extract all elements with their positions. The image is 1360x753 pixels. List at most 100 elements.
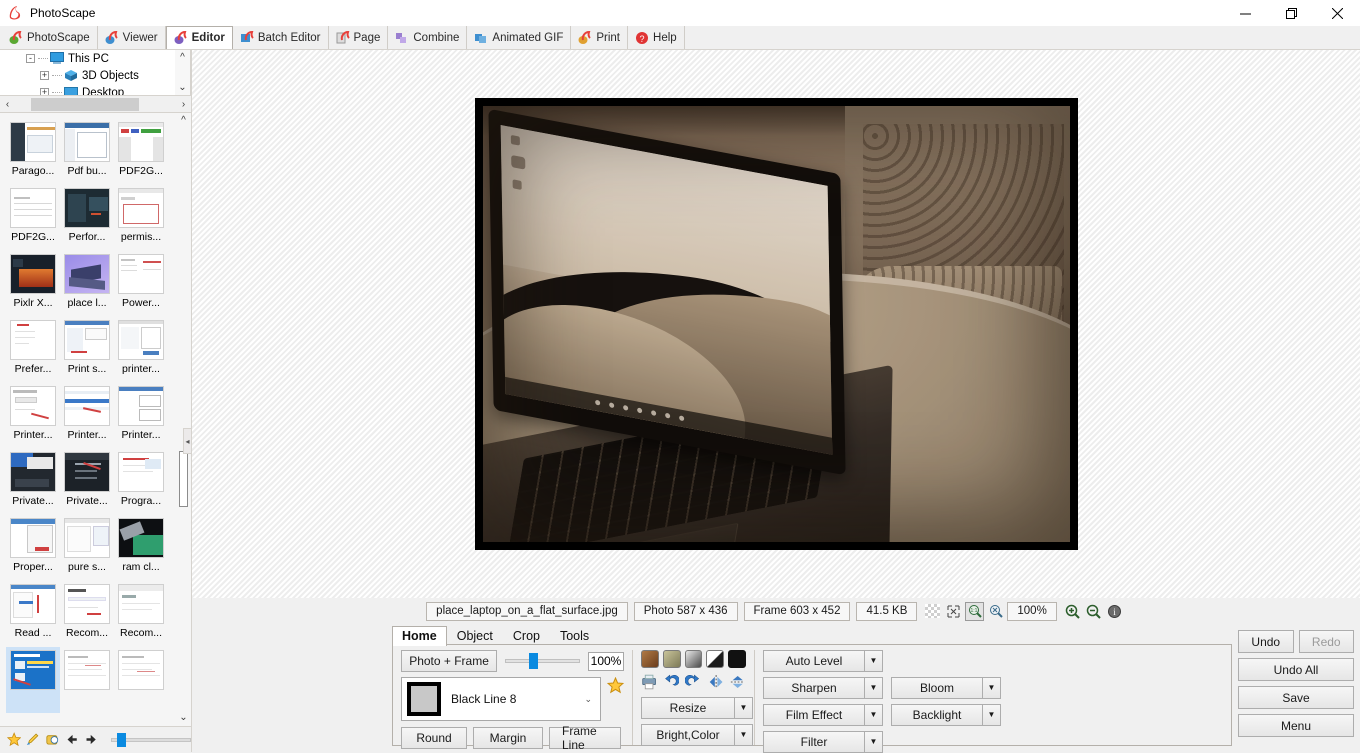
thumbnail-vertical-scrollbar[interactable]: ^ ⌄ bbox=[176, 113, 191, 726]
menu-button[interactable]: Menu bbox=[1238, 714, 1354, 737]
save-button[interactable]: Save bbox=[1238, 686, 1354, 709]
filter-split-button[interactable]: Filter ▼ bbox=[763, 731, 883, 753]
zoom-out-icon[interactable] bbox=[1084, 602, 1103, 621]
hscroll-track[interactable] bbox=[15, 96, 176, 112]
auto-level-split-button[interactable]: Auto Level ▼ bbox=[763, 650, 883, 672]
thumbnail-item[interactable]: place l... bbox=[60, 251, 114, 317]
thumbnail-item[interactable]: Printer... bbox=[6, 383, 60, 449]
chevron-up-icon[interactable]: ^ bbox=[180, 50, 185, 66]
tree-expander[interactable]: - bbox=[26, 54, 35, 63]
thumbnail-item[interactable]: Printer... bbox=[114, 383, 168, 449]
flip-vertical-icon[interactable] bbox=[730, 673, 746, 691]
resize-split-button[interactable]: Resize ▼ bbox=[641, 697, 753, 719]
tree-vertical-scrollbar[interactable]: ^ ⌄ bbox=[175, 50, 190, 95]
module-animated-gif[interactable]: Animated GIF bbox=[467, 26, 572, 49]
transparency-checker-icon[interactable] bbox=[923, 602, 942, 621]
chevron-right-icon[interactable]: › bbox=[176, 99, 191, 110]
tab-crop[interactable]: Crop bbox=[503, 626, 550, 646]
backlight-split-button[interactable]: Backlight ▼ bbox=[891, 704, 1001, 726]
bloom-dropdown-arrow[interactable]: ▼ bbox=[982, 677, 1001, 699]
vscroll-track[interactable] bbox=[176, 131, 191, 708]
folder-tree[interactable]: - This PC + 3D Objects + Desktop ^ ⌄ bbox=[0, 50, 191, 96]
resize-button[interactable]: Resize bbox=[641, 697, 734, 719]
chevron-down-icon[interactable]: ⌄ bbox=[179, 710, 187, 726]
bloom-button[interactable]: Bloom bbox=[891, 677, 982, 699]
grayscale-swatch[interactable] bbox=[684, 650, 703, 668]
chevron-down-icon[interactable]: ⌄ bbox=[584, 694, 592, 705]
favorite-star-icon[interactable] bbox=[7, 731, 22, 748]
thumbnail-item[interactable]: Power... bbox=[114, 251, 168, 317]
thumbnail-item[interactable]: pure s... bbox=[60, 515, 114, 581]
module-editor[interactable]: Editor bbox=[165, 26, 233, 49]
undo-all-button[interactable]: Undo All bbox=[1238, 658, 1354, 681]
thumbnail-item[interactable]: permis... bbox=[114, 185, 168, 251]
bright-color-dropdown-arrow[interactable]: ▼ bbox=[734, 724, 753, 746]
chevron-up-icon[interactable]: ^ bbox=[181, 113, 186, 129]
film-effect-button[interactable]: Film Effect bbox=[763, 704, 864, 726]
thumbnail-item[interactable]: Parago... bbox=[6, 119, 60, 185]
thumbnail-item[interactable]: Progra... bbox=[114, 449, 168, 515]
auto-level-button[interactable]: Auto Level bbox=[763, 650, 864, 672]
thumbnail-item[interactable]: Print s... bbox=[60, 317, 114, 383]
tab-home[interactable]: Home bbox=[392, 626, 447, 646]
thumbnail-item[interactable]: Recom... bbox=[60, 581, 114, 647]
round-button[interactable]: Round bbox=[401, 727, 467, 749]
thumbnail-item[interactable]: PDF2G... bbox=[114, 119, 168, 185]
thumbnail-item[interactable]: Printer... bbox=[60, 383, 114, 449]
thumbnail-item[interactable]: Prefer... bbox=[6, 317, 60, 383]
print-preview-icon[interactable] bbox=[641, 673, 657, 691]
slideshow-icon[interactable] bbox=[45, 731, 60, 748]
thumbnail-item-selected[interactable] bbox=[6, 647, 60, 713]
zoom-fit-icon[interactable] bbox=[986, 602, 1005, 621]
thumbnail-item[interactable]: Pixlr X... bbox=[6, 251, 60, 317]
hscroll-thumb[interactable] bbox=[31, 97, 139, 111]
module-print[interactable]: Print bbox=[571, 26, 629, 49]
fit-screen-icon[interactable] bbox=[944, 602, 963, 621]
sepia-swatch[interactable] bbox=[641, 650, 659, 668]
film-effect-dropdown-arrow[interactable]: ▼ bbox=[864, 704, 883, 726]
rotate-right-icon[interactable] bbox=[685, 673, 701, 691]
film-effect-split-button[interactable]: Film Effect ▼ bbox=[763, 704, 883, 726]
favorite-star-icon[interactable] bbox=[607, 677, 624, 694]
status-zoom-level[interactable]: 100% bbox=[1007, 601, 1057, 621]
backlight-dropdown-arrow[interactable]: ▼ bbox=[982, 704, 1001, 726]
chevron-left-icon[interactable]: ‹ bbox=[0, 99, 15, 110]
tree-horizontal-scrollbar[interactable]: ‹ › bbox=[0, 96, 191, 113]
bright-color-button[interactable]: Bright,Color bbox=[641, 724, 734, 746]
backlight-button[interactable]: Backlight bbox=[891, 704, 982, 726]
resize-dropdown-arrow[interactable]: ▼ bbox=[734, 697, 753, 719]
panel-collapse-handle[interactable]: ◂ bbox=[183, 428, 192, 454]
thumbnail-item[interactable]: PDF2G... bbox=[6, 185, 60, 251]
thumbnail-item[interactable]: Recom... bbox=[114, 581, 168, 647]
sharpen-button[interactable]: Sharpen bbox=[763, 677, 864, 699]
tree-item-3d-objects[interactable]: + 3D Objects bbox=[0, 67, 190, 84]
thumbnail-item[interactable]: Read ... bbox=[6, 581, 60, 647]
tree-item-this-pc[interactable]: - This PC bbox=[0, 50, 190, 67]
slider-thumb[interactable] bbox=[117, 733, 127, 747]
rename-icon[interactable] bbox=[26, 731, 40, 748]
frame-line-button[interactable]: Frame Line bbox=[549, 724, 621, 752]
thumbnail-item[interactable]: ram cl... bbox=[114, 515, 168, 581]
thumbnail-item[interactable] bbox=[60, 647, 114, 713]
module-help[interactable]: ? Help bbox=[628, 26, 685, 49]
sharpen-dropdown-arrow[interactable]: ▼ bbox=[864, 677, 883, 699]
rotate-left-icon[interactable] bbox=[663, 673, 680, 691]
image-canvas[interactable] bbox=[192, 50, 1360, 598]
thumbnail-browser[interactable]: Parago... Pdf bu... PDF2G... PDF2G... Pe… bbox=[0, 113, 191, 726]
zoom-in-icon[interactable] bbox=[1063, 602, 1082, 621]
chevron-down-icon[interactable]: ⌄ bbox=[178, 80, 186, 95]
photo-frame-button[interactable]: Photo + Frame bbox=[401, 650, 498, 672]
info-icon[interactable]: i bbox=[1105, 602, 1124, 621]
thumbnail-item[interactable]: Pdf bu... bbox=[60, 119, 114, 185]
flip-horizontal-icon[interactable] bbox=[708, 673, 724, 691]
bright-color-split-button[interactable]: Bright,Color ▼ bbox=[641, 724, 753, 746]
auto-level-dropdown-arrow[interactable]: ▼ bbox=[864, 650, 883, 672]
filter-button[interactable]: Filter bbox=[763, 731, 864, 753]
slider-thumb[interactable] bbox=[529, 653, 539, 669]
filter-dropdown-arrow[interactable]: ▼ bbox=[864, 731, 883, 753]
invert-swatch[interactable] bbox=[728, 650, 746, 668]
tree-item-desktop[interactable]: + Desktop bbox=[0, 84, 190, 95]
close-icon[interactable] bbox=[1314, 0, 1360, 26]
module-page[interactable]: Page bbox=[329, 26, 389, 49]
thumbnail-item[interactable]: Perfor... bbox=[60, 185, 114, 251]
